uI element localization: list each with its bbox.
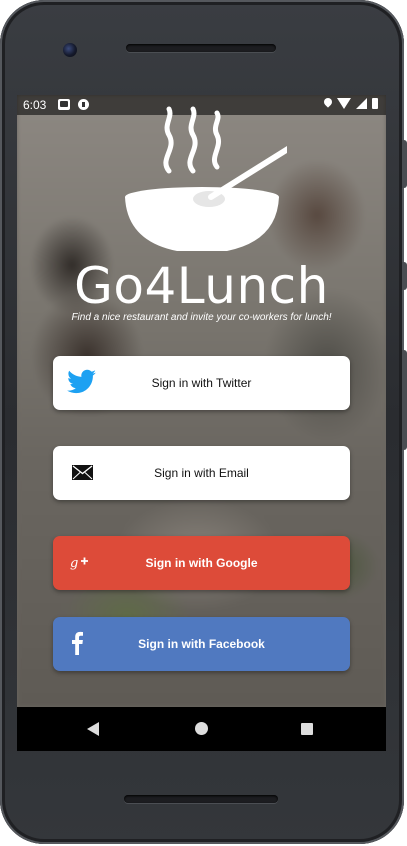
status-time: 6:03	[23, 98, 47, 112]
battery-icon	[372, 98, 378, 109]
gmail-icon	[58, 99, 70, 110]
email-button-label: Sign in with Email	[154, 466, 249, 480]
app-title: Go4Lunch	[74, 257, 329, 315]
volume-down-button	[402, 350, 407, 450]
facebook-button-label: Sign in with Facebook	[138, 637, 265, 651]
wifi-icon	[337, 98, 351, 109]
sign-in-google-button[interactable]: g Sign in with Google	[53, 536, 350, 590]
recents-icon[interactable]	[301, 723, 313, 735]
steaming-bowl-icon	[125, 106, 287, 251]
signal-icon	[356, 98, 367, 109]
sign-in-facebook-button[interactable]: Sign in with Facebook	[53, 617, 350, 671]
location-icon	[324, 98, 332, 109]
twitter-button-label: Sign in with Twitter	[151, 376, 252, 390]
sign-in-email-button[interactable]: Sign in with Email	[53, 446, 350, 500]
front-camera	[63, 43, 77, 57]
sign-in-twitter-button[interactable]: Sign in with Twitter	[53, 356, 350, 410]
app-notification-icon	[78, 99, 89, 110]
android-nav-bar	[17, 707, 386, 751]
earpiece-speaker	[126, 44, 276, 52]
power-button	[402, 140, 407, 188]
home-icon[interactable]	[195, 722, 208, 735]
google-button-label: Sign in with Google	[145, 556, 258, 570]
screen: 6:03 Go4Lunch Find a nice restaurant and…	[17, 95, 386, 707]
bottom-speaker	[124, 795, 278, 803]
volume-up-button	[402, 262, 407, 290]
back-icon[interactable]	[87, 722, 99, 736]
app-tagline: Find a nice restaurant and invite your c…	[71, 312, 332, 323]
